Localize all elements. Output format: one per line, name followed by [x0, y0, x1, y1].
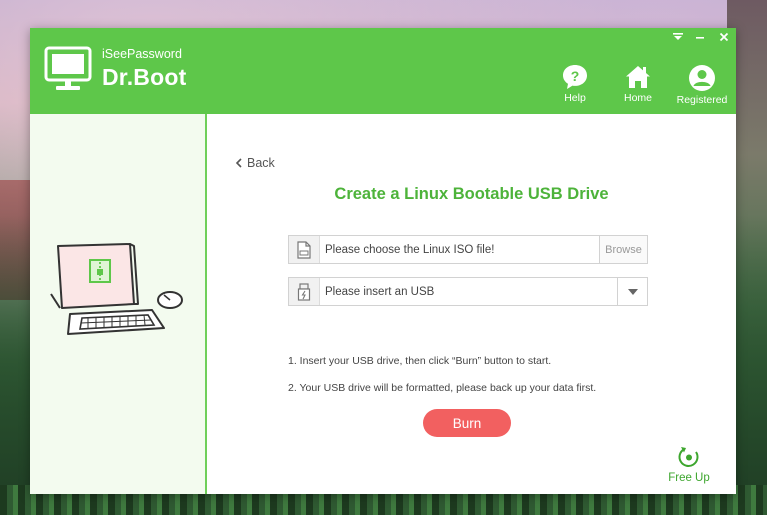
iso-file-input[interactable]: Please choose the Linux ISO file! — [320, 244, 599, 256]
refresh-icon — [678, 447, 699, 467]
usb-select[interactable]: Please insert an USB — [288, 277, 648, 306]
monitor-icon — [44, 46, 92, 90]
home-label: Home — [623, 92, 652, 104]
minimize-button[interactable] — [692, 30, 708, 44]
chevron-left-icon — [235, 158, 242, 168]
registered-label: Registered — [676, 94, 728, 106]
free-up-label: Free Up — [668, 472, 710, 484]
title-bar: iSeePassword Dr.Boot ? Help Home Registe… — [30, 28, 736, 114]
registered-button[interactable]: Registered — [671, 64, 733, 106]
usb-icon — [297, 282, 311, 301]
menu-button[interactable] — [670, 30, 686, 44]
free-up-button[interactable]: Free Up — [664, 445, 714, 484]
browse-button[interactable]: Browse — [599, 236, 647, 263]
help-label: Help — [564, 92, 586, 104]
svg-text:?: ? — [571, 68, 580, 84]
sidebar — [30, 114, 207, 494]
instruction-1: 1. Insert your USB drive, then click “Bu… — [288, 355, 552, 367]
instruction-2: 2. Your USB drive will be formatted, ple… — [288, 382, 597, 394]
usb-dropdown-button[interactable] — [617, 278, 647, 305]
brand-title: Dr.Boot — [102, 64, 187, 90]
help-button[interactable]: ? Help — [545, 64, 605, 104]
main-panel: Back Create a Linux Bootable USB Drive P… — [207, 114, 736, 494]
close-button[interactable] — [716, 30, 732, 44]
question-icon: ? — [563, 65, 587, 89]
laptop-usb-illustration — [50, 243, 183, 335]
back-label: Back — [247, 156, 275, 170]
close-icon — [719, 32, 729, 42]
user-icon — [689, 65, 715, 91]
brand-subtitle: iSeePassword — [102, 47, 182, 61]
back-button[interactable]: Back — [235, 156, 275, 170]
file-icon — [297, 240, 311, 259]
iso-icon-box — [289, 236, 320, 263]
burn-button[interactable]: Burn — [423, 409, 511, 437]
dropdown-menu-icon — [673, 33, 683, 40]
house-icon — [626, 66, 650, 88]
minimize-icon — [696, 37, 704, 39]
home-button[interactable]: Home — [608, 64, 668, 104]
usb-icon-box — [289, 278, 320, 305]
chevron-down-icon — [627, 288, 638, 295]
usb-select-value: Please insert an USB — [325, 285, 435, 298]
iso-file-field[interactable]: Please choose the Linux ISO file! Browse — [288, 235, 648, 264]
page-title: Create a Linux Bootable USB Drive — [334, 185, 609, 203]
app-window: iSeePassword Dr.Boot ? Help Home Registe… — [30, 28, 736, 494]
